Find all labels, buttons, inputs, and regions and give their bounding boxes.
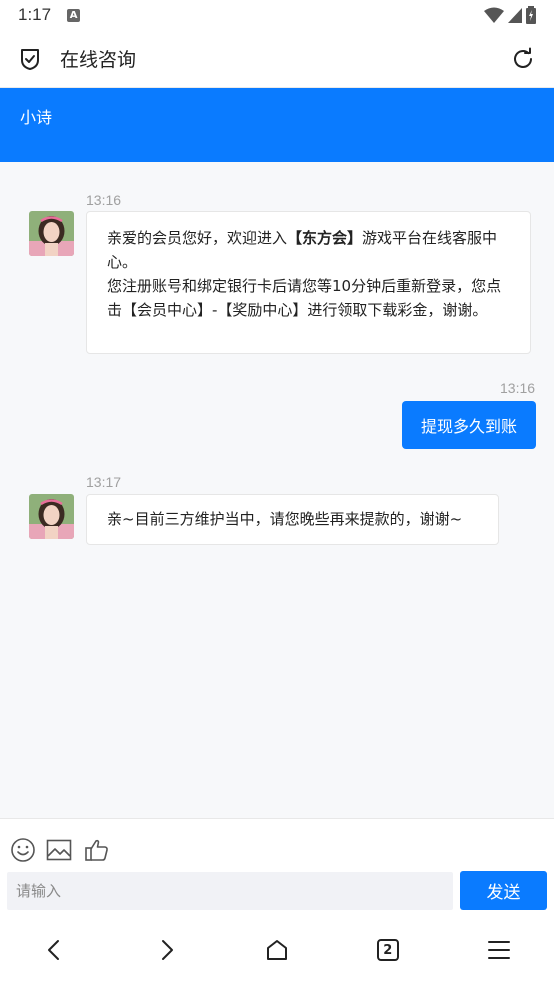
message-timestamp: 13:17 [86,474,122,490]
status-icons [484,6,536,24]
browser-nav-bar: 2 [0,916,554,984]
chat-area[interactable]: 13:16 亲爱的会员您好，欢迎进入【东方会】游戏平台在线客服中心。 您注册账号… [0,162,554,818]
forward-button[interactable] [146,930,186,970]
wifi-icon [484,7,504,23]
shield-check-icon [21,48,39,70]
battery-icon [526,6,536,24]
signal-icon [508,8,522,23]
menu-button[interactable] [479,930,519,970]
status-bar: 1:17 A [0,0,554,30]
home-icon [266,940,287,960]
reload-button[interactable] [510,46,536,72]
message-text: 提现多久到账 [420,417,517,436]
chevron-right-icon [162,940,174,960]
page-title: 在线咨询 [60,49,137,71]
status-time: 1:17 [18,5,52,24]
reload-icon [514,47,532,68]
message-text-part: 亲爱的会员您好，欢迎进入 [107,229,288,247]
chevron-left-icon [48,940,60,960]
message-timestamp: 13:16 [500,380,536,396]
brand-name: 【东方会】 [287,229,363,247]
emoji-icon[interactable] [10,837,36,863]
agent-avatar [29,494,74,539]
back-button[interactable] [35,930,75,970]
home-button[interactable] [257,930,297,970]
image-icon[interactable] [46,837,72,863]
message-bubble-user: 提现多久到账 [402,401,536,449]
notification-icon: A [67,8,81,22]
message-bubble-agent: 亲爱的会员您好，欢迎进入【东方会】游戏平台在线客服中心。 您注册账号和绑定银行卡… [86,211,531,354]
tab-count: 2 [383,942,393,958]
thumbs-up-icon[interactable] [84,837,110,863]
message-text-part: 您注册账号和绑定银行卡后请您等10分钟后重新登录，您点击【会员中心】-【奖励中心… [107,277,502,319]
tabs-button[interactable]: 2 [368,930,408,970]
agent-header: 小诗 [0,88,554,162]
app-bar: 在线咨询 [0,30,554,88]
composer: 发送 [0,818,554,916]
message-bubble-agent: 亲~目前三方维护当中，请您晚些再来提款的，谢谢~ [86,494,499,545]
message-input[interactable] [7,872,453,910]
message-timestamp: 13:16 [86,192,122,208]
agent-avatar [29,211,74,256]
menu-icon [487,941,510,959]
send-button[interactable]: 发送 [460,871,547,910]
agent-name: 小诗 [20,108,53,127]
message-text: 亲~目前三方维护当中，请您晚些再来提款的，谢谢~ [107,510,463,528]
